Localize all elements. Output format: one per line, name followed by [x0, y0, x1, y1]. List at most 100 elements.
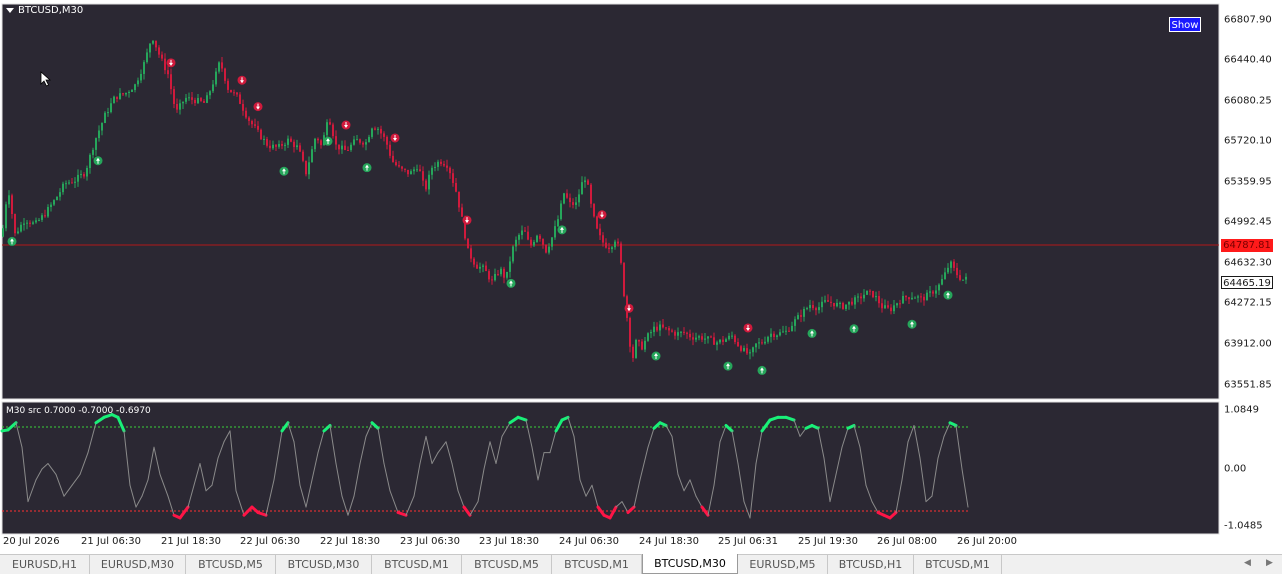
- candle-body: [230, 89, 232, 93]
- candle-body: [632, 346, 634, 358]
- candle-body: [14, 214, 16, 234]
- alert-price-tag[interactable]: 64787.81: [1221, 239, 1273, 252]
- time-axis-label: 23 Jul 06:30: [400, 536, 460, 547]
- chart-canvas[interactable]: [0, 0, 1282, 553]
- candle-body: [860, 296, 862, 299]
- chart-tab-active[interactable]: BTCUSD,M30: [642, 554, 738, 574]
- chart-tab[interactable]: BTCUSD,H1: [828, 555, 914, 574]
- chart-tab[interactable]: BTCUSD,M1: [914, 555, 1002, 574]
- candle-body: [923, 296, 925, 301]
- candle-body: [461, 207, 463, 217]
- candle-body: [770, 333, 772, 337]
- candle-body: [848, 301, 850, 305]
- up-arrow-circle-icon: [849, 324, 859, 334]
- candle-body: [515, 239, 517, 247]
- candle-body: [812, 305, 814, 309]
- tab-scroll-right-icon[interactable]: ▶: [1266, 558, 1273, 568]
- candle-body: [143, 62, 145, 74]
- candle-body: [86, 167, 88, 177]
- candle-body: [95, 138, 97, 150]
- indicator-axis-label: 1.0849: [1224, 404, 1259, 416]
- candle-body: [578, 194, 580, 203]
- symbol-title[interactable]: BTCUSD,M30: [6, 5, 83, 16]
- candle-body: [563, 193, 565, 204]
- candle-body: [128, 91, 130, 93]
- candle-body: [824, 300, 826, 302]
- up-arrow-circle-icon: [557, 225, 567, 235]
- candle-body: [545, 244, 547, 253]
- candle-body: [359, 139, 361, 143]
- chart-tab[interactable]: BTCUSD,M5: [186, 555, 276, 574]
- candle-body: [20, 224, 22, 232]
- candle-body: [551, 237, 553, 247]
- chart-tab[interactable]: EURUSD,H1: [0, 555, 90, 574]
- candle-body: [890, 307, 892, 312]
- down-arrow-circle-icon: [341, 120, 351, 130]
- candle-body: [440, 161, 442, 164]
- candle-body: [77, 174, 79, 182]
- candle-body: [311, 149, 313, 163]
- candle-body: [449, 167, 451, 174]
- candle-body: [110, 103, 112, 113]
- candle-body: [839, 302, 841, 304]
- up-arrow-circle-icon: [907, 319, 917, 329]
- candle-body: [62, 183, 64, 193]
- up-arrow-circle-icon: [93, 156, 103, 166]
- candle-body: [206, 95, 208, 103]
- candle-body: [956, 267, 958, 276]
- candle-body: [689, 333, 691, 338]
- candle-body: [485, 265, 487, 272]
- candle-body: [500, 268, 502, 275]
- candle-body: [221, 62, 223, 69]
- chart-area[interactable]: BTCUSD,M30 Show M30 src 0.7000 -0.7000 -…: [0, 0, 1282, 553]
- chart-tab[interactable]: BTCUSD,M1: [372, 555, 462, 574]
- candle-body: [251, 120, 253, 125]
- candle-body: [314, 138, 316, 150]
- candle-body: [524, 230, 526, 232]
- candle-body: [422, 171, 424, 181]
- up-arrow-circle-icon: [323, 136, 333, 146]
- candle-body: [905, 295, 907, 298]
- candle-body: [875, 296, 877, 298]
- price-panel-background: [2, 4, 1219, 399]
- candle-body: [791, 325, 793, 332]
- tab-scroll-left-icon[interactable]: ◀: [1244, 558, 1251, 568]
- chart-tab[interactable]: BTCUSD,M1: [552, 555, 642, 574]
- candle-body: [680, 331, 682, 333]
- show-button[interactable]: Show: [1169, 17, 1201, 32]
- candle-body: [437, 161, 439, 167]
- candle-body: [863, 294, 865, 299]
- candle-body: [155, 40, 157, 48]
- candle-body: [878, 296, 880, 304]
- chart-tab[interactable]: BTCUSD,M30: [276, 555, 372, 574]
- time-axis-label: 21 Jul 18:30: [161, 536, 221, 547]
- candle-body: [662, 324, 664, 328]
- candle-body: [647, 333, 649, 341]
- candle-body: [71, 182, 73, 184]
- chart-tab[interactable]: EURUSD,M30: [90, 555, 186, 574]
- candle-body: [374, 128, 376, 130]
- candle-body: [497, 273, 499, 275]
- indicator-axis-label: 0.00: [1224, 463, 1247, 475]
- candle-body: [131, 89, 133, 92]
- candle-body: [710, 336, 712, 338]
- candle-body: [164, 58, 166, 71]
- up-arrow-circle-icon: [723, 361, 733, 371]
- candle-body: [389, 144, 391, 156]
- candle-body: [23, 223, 25, 225]
- candle-body: [833, 302, 835, 307]
- candle-body: [2, 228, 4, 237]
- candle-body: [332, 124, 334, 137]
- chart-tab[interactable]: BTCUSD,M5: [462, 555, 552, 574]
- candle-body: [569, 197, 571, 203]
- candle-body: [107, 112, 109, 114]
- candle-body: [200, 97, 202, 101]
- candle-body: [518, 234, 520, 240]
- chart-tab[interactable]: EURUSD,M5: [738, 555, 828, 574]
- price-axis-label: 64272.15: [1224, 297, 1272, 309]
- candle-body: [191, 97, 193, 100]
- candle-body: [104, 112, 106, 123]
- triangle-down-icon[interactable]: [6, 8, 14, 13]
- candle-body: [749, 352, 751, 354]
- candle-body: [815, 308, 817, 311]
